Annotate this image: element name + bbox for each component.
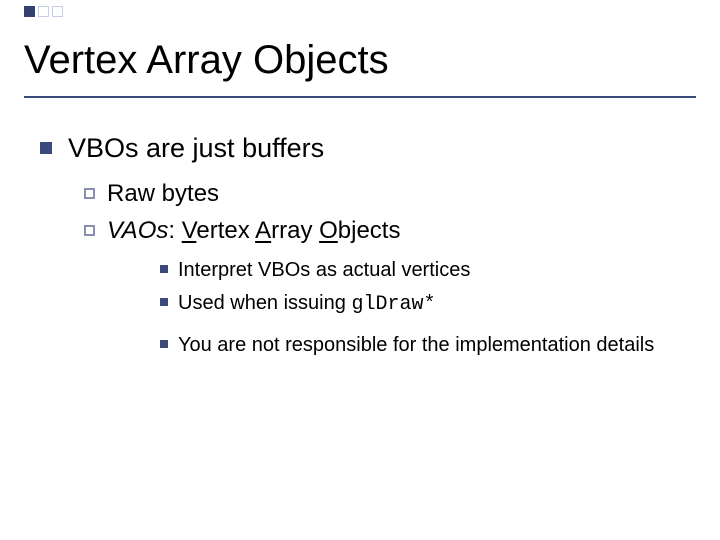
square-bullet-icon	[160, 298, 168, 306]
colon-text: :	[168, 217, 181, 244]
hollow-square-bullet-icon	[84, 225, 95, 236]
square-bullet-icon	[160, 265, 168, 273]
text: ertex	[196, 217, 255, 244]
bullet-level-3: You are not responsible for the implemen…	[160, 332, 690, 359]
text: bjects	[338, 217, 401, 244]
level-2-group: Raw bytes VAOs: Vertex Array Objects Int…	[84, 178, 690, 359]
title-divider	[24, 96, 696, 98]
underline-o: O	[319, 217, 338, 244]
square-bullet-icon	[160, 340, 168, 348]
square-bullet-icon	[40, 142, 52, 154]
decor-square-icon	[52, 6, 63, 17]
bullet-text: Used when issuing glDraw*	[178, 290, 435, 318]
decor-squares	[24, 6, 63, 17]
code-text: glDraw*	[351, 293, 435, 316]
slide-title: Vertex Array Objects	[24, 38, 389, 83]
bullet-text: VBOs are just buffers	[68, 130, 324, 166]
decor-square-icon	[38, 6, 49, 17]
slide: Vertex Array Objects VBOs are just buffe…	[0, 0, 720, 540]
text: Used when issuing	[178, 292, 351, 314]
bullet-text: Raw bytes	[107, 178, 219, 210]
bullet-text: VAOs: Vertex Array Objects	[107, 215, 400, 247]
bullet-level-2: VAOs: Vertex Array Objects	[84, 215, 690, 247]
bullet-text: Interpret VBOs as actual vertices	[178, 257, 470, 284]
bullet-level-2: Raw bytes	[84, 178, 690, 210]
underline-a: A	[255, 217, 271, 244]
hollow-square-bullet-icon	[84, 188, 95, 199]
slide-body: VBOs are just buffers Raw bytes VAOs: Ve…	[40, 130, 690, 365]
bullet-level-3: Used when issuing glDraw*	[160, 290, 690, 318]
bullet-text: You are not responsible for the implemen…	[178, 332, 654, 359]
bullet-level-1: VBOs are just buffers	[40, 130, 690, 166]
underline-v: V	[182, 217, 197, 244]
decor-square-icon	[24, 6, 35, 17]
text: rray	[271, 217, 319, 244]
vaos-label: VAOs	[107, 217, 168, 244]
bullet-level-3: Interpret VBOs as actual vertices	[160, 257, 690, 284]
level-3-group: Interpret VBOs as actual vertices Used w…	[160, 257, 690, 359]
